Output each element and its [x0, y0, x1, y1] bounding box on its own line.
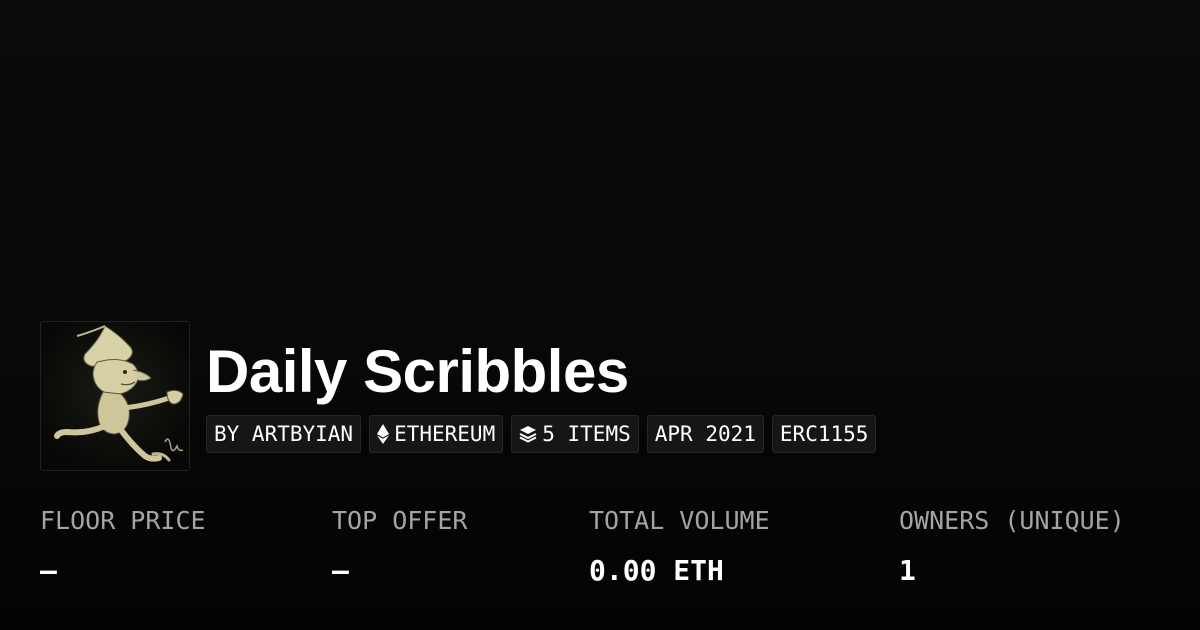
- items-count-label: 5 ITEMS: [542, 422, 631, 446]
- floor-price-value: —: [40, 554, 57, 587]
- stat-floor-price: FLOOR PRICE —: [40, 504, 206, 588]
- top-offer-value: —: [332, 554, 349, 587]
- stat-owners: OWNERS (UNIQUE) 1: [899, 504, 1125, 588]
- layers-icon: [519, 425, 537, 443]
- chain-chip[interactable]: ETHEREUM: [369, 415, 504, 453]
- chain-label: ETHEREUM: [394, 422, 496, 446]
- top-offer-label: TOP OFFER: [332, 506, 468, 535]
- created-date-chip[interactable]: APR 2021: [646, 415, 764, 453]
- token-standard-chip[interactable]: ERC1155: [771, 415, 877, 453]
- creator-label: BY ARTBYIAN: [214, 422, 354, 446]
- stat-top-offer: TOP OFFER —: [332, 504, 467, 588]
- collection-title: Daily Scribbles: [206, 338, 629, 405]
- collection-avatar-image: [40, 321, 190, 471]
- items-count-chip[interactable]: 5 ITEMS: [511, 415, 639, 453]
- total-volume-label: TOTAL VOLUME: [589, 506, 770, 535]
- owners-label: OWNERS (UNIQUE): [899, 506, 1125, 535]
- token-standard-label: ERC1155: [779, 422, 869, 446]
- ethereum-icon: [377, 424, 390, 444]
- collection-meta-chips: BY ARTBYIAN ETHEREUM 5 ITEMS APR 2021 ER…: [206, 415, 877, 453]
- creator-chip[interactable]: BY ARTBYIAN: [206, 415, 362, 453]
- floor-price-label: FLOOR PRICE: [40, 506, 206, 535]
- scribble-artwork-image: [41, 322, 189, 470]
- stat-total-volume: TOTAL VOLUME 0.00 ETH: [589, 504, 770, 588]
- total-volume-value: 0.00 ETH: [589, 554, 724, 587]
- created-date-label: APR 2021: [654, 422, 756, 446]
- owners-value: 1: [899, 554, 916, 587]
